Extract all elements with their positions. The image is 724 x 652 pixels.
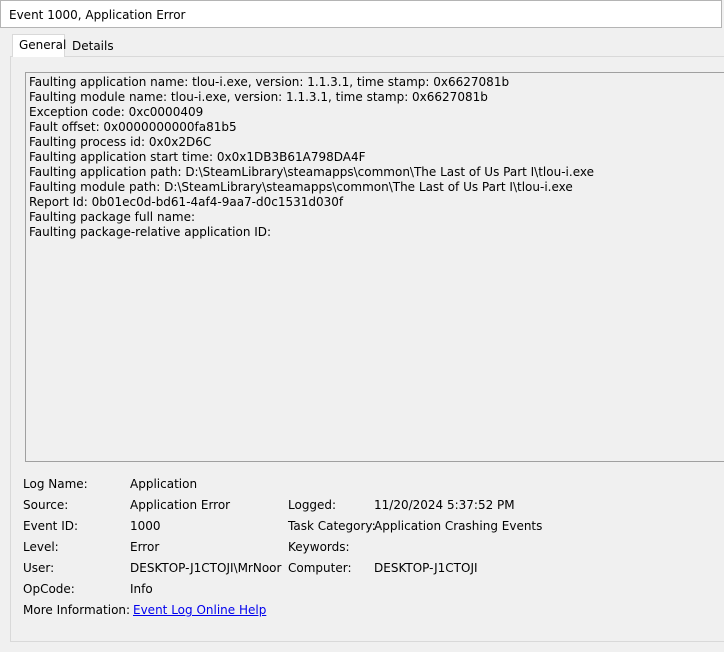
event-id-label: Event ID: bbox=[23, 519, 79, 533]
source-label: Source: bbox=[23, 498, 69, 512]
description-line: Faulting application path: D:\SteamLibra… bbox=[29, 165, 594, 179]
description-line: Faulting package-relative application ID… bbox=[29, 225, 272, 239]
event-id-value: 1000 bbox=[130, 519, 161, 533]
description-line: Faulting module name: tlou-i.exe, versio… bbox=[29, 90, 488, 104]
description-line: Faulting application start time: 0x0x1DB… bbox=[29, 150, 366, 164]
window-title: Event 1000, Application Error bbox=[9, 8, 186, 22]
description-line: Faulting module path: D:\SteamLibrary\st… bbox=[29, 180, 573, 194]
panel-bottom-border bbox=[10, 641, 724, 642]
keywords-label: Keywords: bbox=[288, 540, 350, 554]
tab-general[interactable]: General bbox=[12, 34, 66, 57]
description-line: Faulting process id: 0x0x2D6C bbox=[29, 135, 212, 149]
event-log-online-help-link[interactable]: Event Log Online Help bbox=[133, 603, 266, 618]
opcode-value: Info bbox=[130, 582, 153, 596]
logged-label: Logged: bbox=[288, 498, 337, 512]
tab-details[interactable]: Details bbox=[65, 37, 114, 56]
event-properties-window: Event 1000, Application Error General De… bbox=[0, 0, 724, 652]
log-name-value: Application bbox=[130, 477, 198, 491]
computer-label: Computer: bbox=[288, 561, 352, 575]
description-line: Exception code: 0xc0000409 bbox=[29, 105, 204, 119]
opcode-label: OpCode: bbox=[23, 582, 75, 596]
more-information-label: More Information: bbox=[23, 603, 131, 617]
task-category-label: Task Category: bbox=[288, 519, 376, 533]
task-category-value: Application Crashing Events bbox=[374, 519, 543, 533]
description-line: Faulting package full name: bbox=[29, 210, 196, 224]
level-label: Level: bbox=[23, 540, 59, 554]
description-line: Faulting application name: tlou-i.exe, v… bbox=[29, 75, 510, 89]
source-value: Application Error bbox=[130, 498, 231, 512]
user-value: DESKTOP-J1CTOJI\MrNoor bbox=[130, 561, 282, 575]
description-line: Fault offset: 0x0000000000fa81b5 bbox=[29, 120, 237, 134]
log-name-label: Log Name: bbox=[23, 477, 88, 491]
title-bar: Event 1000, Application Error bbox=[0, 0, 722, 28]
event-description-box[interactable]: Faulting application name: tlou-i.exe, v… bbox=[25, 72, 724, 462]
description-line: Report Id: 0b01ec0d-bd61-4af4-9aa7-d0c15… bbox=[29, 195, 344, 209]
logged-value: 11/20/2024 5:37:52 PM bbox=[374, 498, 515, 512]
user-label: User: bbox=[23, 561, 55, 575]
computer-value: DESKTOP-J1CTOJI bbox=[374, 561, 478, 575]
level-value: Error bbox=[130, 540, 160, 554]
